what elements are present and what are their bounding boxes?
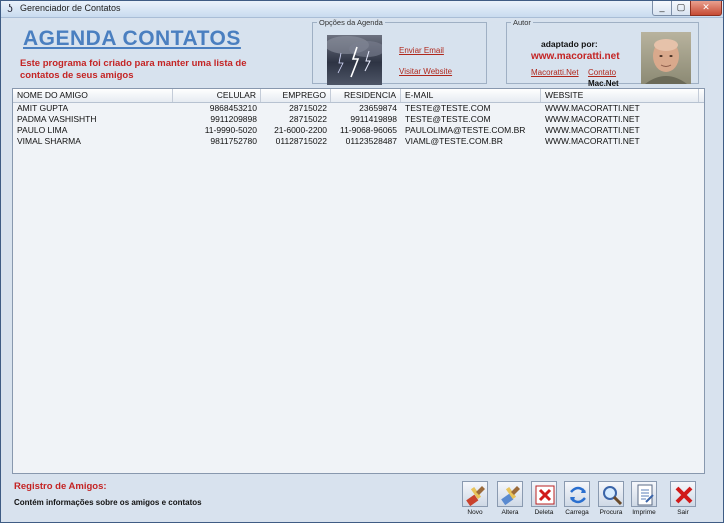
- author-group: Autor adaptado por: www.macoratti.net Ma…: [506, 18, 699, 88]
- column-header-work[interactable]: EMPREGO: [261, 89, 331, 102]
- contacts-list[interactable]: NOME DO AMIGO CELULAR EMPREGO RESIDENCIA…: [12, 88, 705, 474]
- search-button[interactable]: [598, 481, 624, 507]
- print-document-icon: [637, 484, 654, 506]
- main-window: ʖ Gerenciador de Contatos _ ▢ ✕ AGENDA C…: [0, 0, 724, 523]
- app-icon: ʖ: [7, 3, 13, 15]
- column-header-home[interactable]: RESIDENCIA: [331, 89, 401, 102]
- cell-mobile: 9811752780: [210, 136, 257, 146]
- new-button-label: Novo: [467, 509, 483, 516]
- delete-x-icon: [535, 485, 555, 505]
- author-group-legend: Autor: [513, 18, 531, 27]
- table-row[interactable]: VIMAL SHARMA 9811752780 01128715022 0112…: [13, 136, 704, 147]
- cell-mobile: 9868453210: [209, 103, 257, 113]
- cell-name: PAULO LIMA: [17, 125, 68, 135]
- cell-name: AMIT GUPTA: [17, 103, 69, 113]
- brush-new-icon: [466, 486, 485, 507]
- cell-email: VIAML@TESTE.COM.BR: [405, 136, 503, 146]
- storm-image: [327, 35, 382, 85]
- brand-label: Mac.Net: [588, 79, 619, 88]
- cell-email: TESTE@TESTE.COM: [405, 114, 491, 124]
- options-group-legend: Opções da Agenda: [319, 18, 383, 27]
- close-window-button[interactable]: ✕: [690, 1, 722, 16]
- cell-website: WWW.MACORATTI.NET: [545, 103, 640, 113]
- list-header: NOME DO AMIGO CELULAR EMPREGO RESIDENCIA…: [13, 89, 704, 103]
- maximize-button[interactable]: ▢: [671, 1, 691, 16]
- visit-website-link[interactable]: Visitar Website: [399, 67, 452, 76]
- column-header-name[interactable]: NOME DO AMIGO: [13, 89, 173, 102]
- cell-home: 11-9068-96065: [339, 125, 397, 135]
- title-bar[interactable]: ʖ Gerenciador de Contatos _ ▢ ✕: [1, 1, 723, 18]
- cell-email: TESTE@TESTE.COM: [405, 103, 491, 113]
- footer-description: Contém informações sobre os amigos e con…: [14, 498, 202, 507]
- column-header-email[interactable]: E-MAIL: [401, 89, 541, 102]
- cell-work: 28715022: [289, 103, 327, 113]
- exit-x-icon: [675, 486, 693, 504]
- edit-button[interactable]: [497, 481, 523, 507]
- cell-work: 21-6000-2200: [274, 125, 327, 135]
- contact-link[interactable]: Contato: [588, 68, 616, 77]
- cell-website: WWW.MACORATTI.NET: [545, 136, 640, 146]
- search-button-label: Procura: [599, 509, 623, 516]
- edit-button-label: Altera: [501, 509, 519, 516]
- reload-button-label: Carrega: [565, 509, 589, 516]
- minimize-button[interactable]: _: [652, 1, 672, 16]
- delete-button[interactable]: [531, 481, 557, 507]
- app-title: AGENDA CONTATOS: [23, 27, 241, 50]
- print-button[interactable]: [631, 481, 657, 507]
- cell-mobile: 11-9990-5020: [204, 125, 257, 135]
- cell-home: 01123528487: [345, 136, 397, 146]
- exit-button[interactable]: [670, 481, 696, 507]
- print-button-label: Imprime: [632, 509, 656, 516]
- reload-arrows-icon: [570, 486, 586, 504]
- exit-button-label: Sair: [677, 509, 689, 516]
- cell-work: 28715022: [289, 114, 327, 124]
- delete-button-label: Deleta: [534, 509, 554, 516]
- cell-email: PAULOLIMA@TESTE.COM.BR: [405, 125, 526, 135]
- window-title: Gerenciador de Contatos: [20, 3, 121, 13]
- cell-name: VIMAL SHARMA: [17, 136, 81, 146]
- new-button[interactable]: [462, 481, 488, 507]
- column-header-mobile[interactable]: CELULAR: [173, 89, 261, 102]
- footer-title: Registro de Amigos:: [14, 481, 107, 492]
- macoratti-link[interactable]: Macoratti.Net: [531, 68, 579, 77]
- table-row[interactable]: AMIT GUPTA 9868453210 28715022 23659874 …: [13, 103, 704, 114]
- magnifier-icon: [603, 486, 623, 506]
- cell-name: PADMA VASHISHTH: [17, 114, 97, 124]
- cell-work: 01128715022: [275, 136, 327, 146]
- cell-website: WWW.MACORATTI.NET: [545, 125, 640, 135]
- cell-home: 23659874: [359, 103, 397, 113]
- reload-button[interactable]: [564, 481, 590, 507]
- table-row[interactable]: PADMA VASHISHTH 9911209898 28715022 9911…: [13, 114, 704, 125]
- cell-website: WWW.MACORATTI.NET: [545, 114, 640, 124]
- column-header-website[interactable]: WEBSITE: [541, 89, 699, 102]
- options-group: Opções da Agenda Enviar Email Visitar We…: [312, 18, 487, 85]
- cell-home: 9911419898: [350, 114, 397, 124]
- header-panel: AGENDA CONTATOS Este programa foi criado…: [8, 18, 708, 88]
- author-site: www.macoratti.net: [531, 51, 620, 62]
- brush-edit-icon: [501, 486, 520, 506]
- cell-mobile: 9911209898: [210, 114, 257, 124]
- app-subtitle: Este programa foi criado para manter uma…: [20, 58, 247, 81]
- send-email-link[interactable]: Enviar Email: [399, 46, 444, 55]
- adapted-by-label: adaptado por:: [541, 39, 598, 49]
- author-photo: [641, 32, 691, 84]
- table-row[interactable]: PAULO LIMA 11-9990-5020 21-6000-2200 11-…: [13, 125, 704, 136]
